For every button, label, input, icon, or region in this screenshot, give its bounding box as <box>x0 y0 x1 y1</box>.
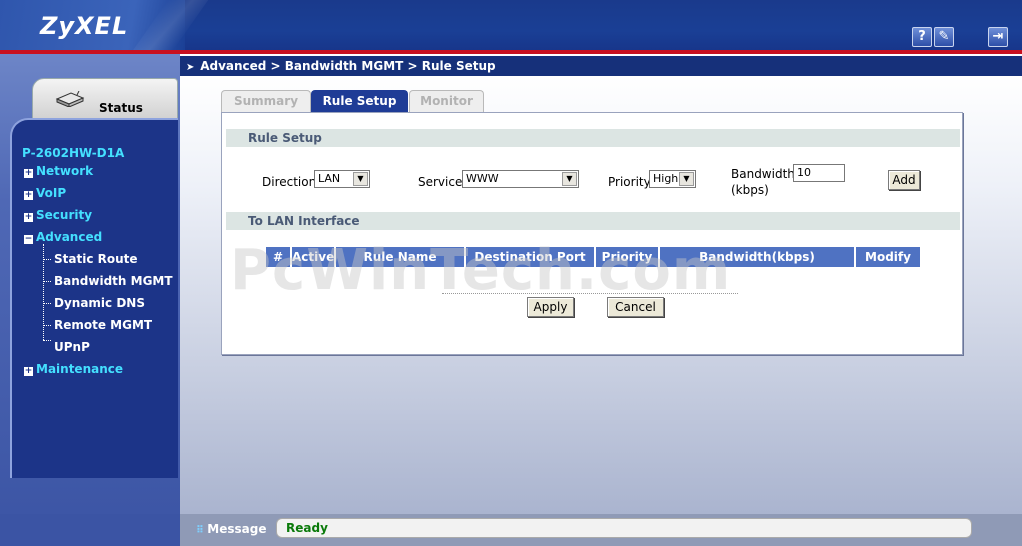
direction-select[interactable]: LAN ▼ <box>314 170 370 188</box>
header-bar: ZyXEL <box>0 0 1022 52</box>
tab-rule-setup[interactable]: Rule Setup <box>311 90 408 112</box>
collapse-icon[interactable]: − <box>24 235 33 244</box>
column-header-number: # <box>266 247 292 267</box>
sidebar-item-upnp[interactable]: UPnP <box>54 340 90 354</box>
status-bar-left <box>0 514 180 546</box>
tree-branch <box>43 340 51 341</box>
table-divider <box>442 293 738 294</box>
message-label-text: Message <box>207 522 267 536</box>
section-to-lan-interface: To LAN Interface <box>226 212 960 230</box>
column-header-destination-port: Destination Port <box>466 247 596 267</box>
sidebar-item-network[interactable]: + Network <box>24 164 93 178</box>
sidebar-item-label: Network <box>36 164 94 178</box>
sidebar-item-maintenance[interactable]: + Maintenance <box>24 362 123 376</box>
wizard-icon[interactable]: ✎ <box>934 27 954 47</box>
breadcrumb-arrow-icon: ➤ <box>186 62 195 73</box>
service-select[interactable]: WWW ▼ <box>462 170 579 188</box>
sidebar-item-security[interactable]: + Security <box>24 208 92 222</box>
expand-icon[interactable]: + <box>24 191 33 200</box>
bandwidth-unit-label: (kbps) <box>731 183 769 197</box>
priority-select[interactable]: High ▼ <box>649 170 696 188</box>
sidebar-item-remote-mgmt[interactable]: Remote MGMT <box>54 318 152 332</box>
direction-value: LAN <box>318 172 341 185</box>
column-header-rule-name: Rule Name <box>336 247 466 267</box>
bandwidth-label: Bandwidth <box>731 167 795 181</box>
service-label: Service <box>418 175 463 189</box>
apply-button[interactable]: Apply <box>527 297 574 317</box>
chevron-down-icon[interactable]: ▼ <box>353 172 368 186</box>
sidebar-item-label: Security <box>36 208 93 222</box>
router-icon <box>55 91 85 107</box>
sidebar-item-static-route[interactable]: Static Route <box>54 252 138 266</box>
main-content: Summary Rule Setup Monitor Rule Setup Di… <box>180 76 1022 514</box>
expand-icon[interactable]: + <box>24 367 33 376</box>
status-tab[interactable]: Status <box>32 78 178 122</box>
sidebar: Status P-2602HW-D1A + Network + VoIP + Secu… <box>0 54 180 546</box>
priority-value: High <box>653 172 679 185</box>
add-button[interactable]: Add <box>888 170 920 190</box>
sidebar-item-voip[interactable]: + VoIP <box>24 186 66 200</box>
sidebar-item-label: Advanced <box>36 230 103 244</box>
sidebar-item-label: Maintenance <box>36 362 124 376</box>
sidebar-item-advanced[interactable]: − Advanced <box>24 230 102 244</box>
expand-icon[interactable]: + <box>24 169 33 178</box>
column-header-bandwidth: Bandwidth(kbps) <box>660 247 856 267</box>
column-header-active: Active <box>292 247 336 267</box>
sidebar-nav: P-2602HW-D1A + Network + VoIP + Security − A… <box>10 118 178 478</box>
bandwidth-input[interactable]: 10 <box>793 164 845 182</box>
service-value: WWW <box>466 172 499 185</box>
sidebar-item-bandwidth-mgmt[interactable]: Bandwidth MGMT <box>54 274 173 288</box>
tree-branch <box>43 303 51 304</box>
tree-branch <box>43 259 51 260</box>
tree-branch <box>43 281 51 282</box>
cancel-button[interactable]: Cancel <box>607 297 664 317</box>
message-icon: ⠿ <box>196 525 208 536</box>
sidebar-item-label: VoIP <box>36 186 67 200</box>
zyxel-logo: ZyXEL <box>40 12 129 40</box>
column-header-priority: Priority <box>596 247 660 267</box>
breadcrumb-bar: ➤ Advanced > Bandwidth MGMT > Rule Setup <box>180 56 1022 76</box>
rule-setup-panel: Rule Setup Direction LAN ▼ Service WWW ▼… <box>221 112 963 355</box>
priority-label: Priority <box>608 175 651 189</box>
direction-label: Direction <box>262 175 317 189</box>
tree-branch <box>43 325 51 326</box>
device-model: P-2602HW-D1A <box>22 146 125 160</box>
rules-table-header: # Active Rule Name Destination Port Prio… <box>266 247 920 267</box>
sidebar-item-dynamic-dns[interactable]: Dynamic DNS <box>54 296 145 310</box>
logout-icon[interactable]: ⇥ <box>988 27 1008 47</box>
tab-monitor[interactable]: Monitor <box>409 90 484 112</box>
help-icon[interactable]: ? <box>912 27 932 47</box>
message-label: ⠿ Message <box>196 522 267 536</box>
tab-summary[interactable]: Summary <box>221 90 311 112</box>
chevron-down-icon[interactable]: ▼ <box>562 172 577 186</box>
section-rule-setup: Rule Setup <box>226 129 960 147</box>
expand-icon[interactable]: + <box>24 213 33 222</box>
breadcrumb: Advanced > Bandwidth MGMT > Rule Setup <box>200 59 496 73</box>
message-box: Ready <box>276 518 972 538</box>
chevron-down-icon[interactable]: ▼ <box>679 172 694 186</box>
status-tab-label: Status <box>99 101 143 115</box>
column-header-modify: Modify <box>865 250 911 264</box>
